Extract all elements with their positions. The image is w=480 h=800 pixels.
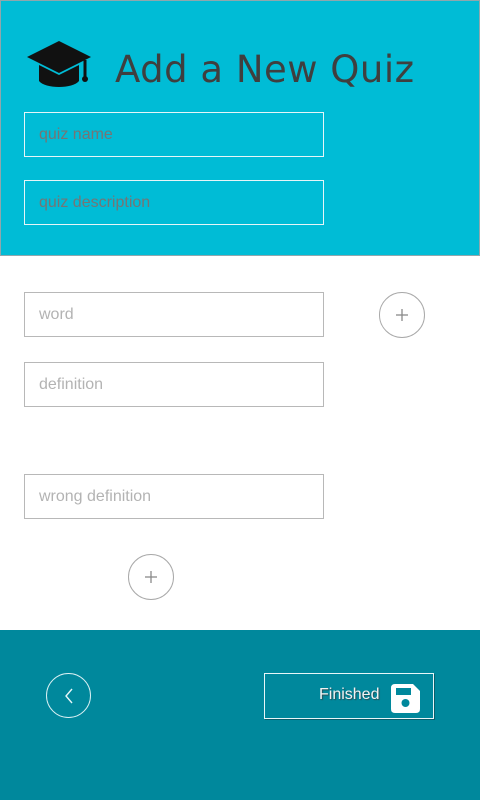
graduation-cap-icon	[27, 41, 91, 87]
quiz-name-field[interactable]	[24, 112, 324, 157]
wrong-definition-field[interactable]	[24, 474, 324, 519]
finished-label: Finished	[319, 686, 380, 703]
plus-icon	[396, 309, 408, 321]
add-word-button[interactable]	[379, 292, 425, 338]
plus-icon	[145, 571, 157, 583]
definition-field[interactable]	[24, 362, 324, 407]
page-title: Add a New Quiz	[115, 48, 415, 91]
definition-input[interactable]	[25, 363, 323, 406]
add-wrong-definition-button[interactable]	[128, 554, 174, 600]
quiz-name-input[interactable]	[25, 113, 323, 156]
wrong-definition-input[interactable]	[25, 475, 323, 518]
quiz-description-input[interactable]	[25, 181, 323, 224]
word-field[interactable]	[24, 292, 324, 337]
word-input[interactable]	[25, 293, 323, 336]
quiz-description-field[interactable]	[24, 180, 324, 225]
floppy-disk-icon	[391, 684, 420, 713]
finished-button[interactable]: Finished	[264, 673, 434, 719]
back-button[interactable]	[46, 673, 91, 718]
chevron-left-icon	[64, 688, 73, 703]
